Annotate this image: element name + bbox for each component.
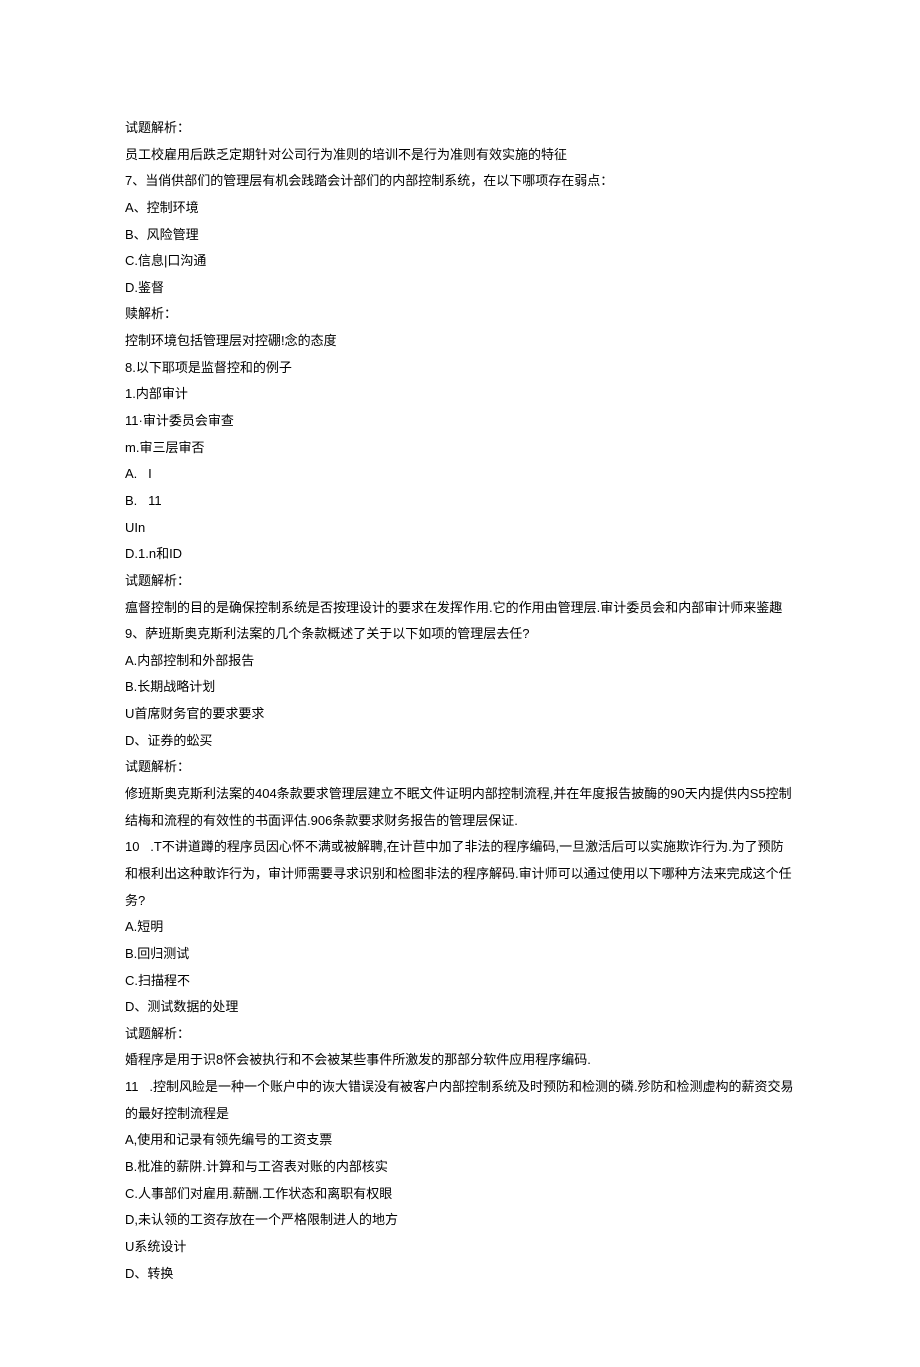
text-line: 10 .T不讲道蹲的程序员因心怀不满或被解聘,在计苣中加了非法的程序编码,一旦激… xyxy=(125,834,795,914)
text-line: D.鉴督 xyxy=(125,275,795,302)
text-line: 员工校雇用后跌乏定期针对公司行为准则的培训不是行为准则有效实施的特征 xyxy=(125,142,795,169)
text-line: 婚程序是用于识8怀会被执行和不会被某些事件所激发的那部分软件应用程序编码. xyxy=(125,1047,795,1074)
text-line: B.回归测试 xyxy=(125,941,795,968)
text-line: 11·审计委员会审查 xyxy=(125,408,795,435)
text-line: m.审三层审否 xyxy=(125,435,795,462)
text-line: A,使用和记录有领先编号的工资支票 xyxy=(125,1127,795,1154)
text-line: U首席财务官的要求要求 xyxy=(125,701,795,728)
document-page: 试题解析： 员工校雇用后跌乏定期针对公司行为准则的培训不是行为准则有效实施的特征… xyxy=(0,0,920,1367)
text-line: 9、萨班斯奥克斯利法案的几个条款概述了关于以下如项的管理层去任? xyxy=(125,621,795,648)
text-line: A.短明 xyxy=(125,914,795,941)
text-line: 赎解析： xyxy=(125,301,795,328)
text-line: A. I xyxy=(125,461,795,488)
text-line: 试题解析： xyxy=(125,568,795,595)
text-line: 试题解析： xyxy=(125,115,795,142)
text-line: D、证券的蚣买 xyxy=(125,728,795,755)
text-line: C.扫描程不 xyxy=(125,968,795,995)
text-line: B、风险管理 xyxy=(125,222,795,249)
text-line: U系统设计 xyxy=(125,1234,795,1261)
text-line: D、测试数据的处理 xyxy=(125,994,795,1021)
text-line: UIn xyxy=(125,515,795,542)
text-line: B. 11 xyxy=(125,488,795,515)
text-line: D.1.n和ID xyxy=(125,541,795,568)
text-line: D、转换 xyxy=(125,1261,795,1288)
text-line: A.内部控制和外部报告 xyxy=(125,648,795,675)
text-line: B.长期战略计划 xyxy=(125,674,795,701)
text-line: 8.以下耶项是监督控和的例子 xyxy=(125,355,795,382)
text-line: D,未认领的工资存放在一个严格限制进人的地方 xyxy=(125,1207,795,1234)
text-line: 7、当俏供部们的管理层有机会践踏会计部们的内部控制系统，在以下哪项存在弱点： xyxy=(125,168,795,195)
text-line: 瘟督控制的目的是确保控制系统是否按理设计的要求在发挥作用.它的作用由管理层.审计… xyxy=(125,595,795,622)
text-line: 控制环境包括管理层对控硼!念的态度 xyxy=(125,328,795,355)
text-line: B.枇准的薪阱.计算和与工咨表对账的内部核实 xyxy=(125,1154,795,1181)
text-line: C.信息|口沟通 xyxy=(125,248,795,275)
text-line: 11 .控制风睑是一种一个账户中的诙大错误没有被客户内部控制系统及时预防和检测的… xyxy=(125,1074,795,1127)
text-line: 1.内部审计 xyxy=(125,381,795,408)
text-line: 试题解析： xyxy=(125,754,795,781)
text-line: C.人事部们对雇用.薪酬.工作状态和离职有权眼 xyxy=(125,1181,795,1208)
text-line: 修班斯奥克斯利法案的404条款要求管理层建立不眠文件证明内部控制流程,并在年度报… xyxy=(125,781,795,834)
text-line: A、控制环境 xyxy=(125,195,795,222)
text-line: 试题解析： xyxy=(125,1021,795,1048)
